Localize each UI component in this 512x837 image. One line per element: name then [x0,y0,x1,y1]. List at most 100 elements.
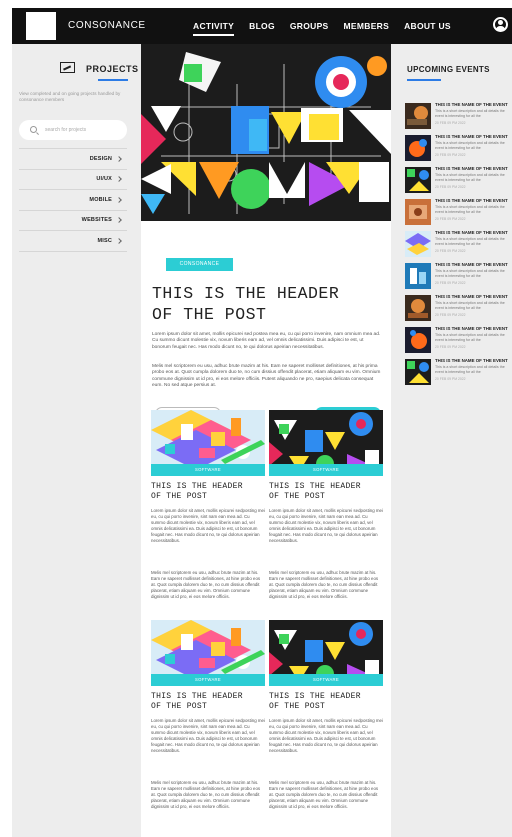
event-date: 20 FEB 09 PM 2022 [435,345,466,349]
event-item[interactable]: THIS IS THE NAME OF THE EVENT This is a … [405,326,509,354]
category-label: MOBILE [89,196,112,203]
card-title-line: OF THE POST [151,492,208,501]
event-thumbnail[interactable] [405,231,431,257]
event-thumbnail[interactable] [405,359,431,385]
event-item[interactable]: THIS IS THE NAME OF THE EVENT This is a … [405,134,509,162]
event-name[interactable]: THIS IS THE NAME OF THE EVENT [435,166,509,171]
nav-item-blog[interactable]: BLOG [249,21,275,36]
projects-sidebar: PROJECTS View completed and on going pro… [12,44,141,837]
event-date: 20 FEB 09 PM 2022 [435,185,466,189]
user-circle-icon[interactable] [493,17,508,32]
event-date: 20 FEB 09 PM 2022 [435,217,466,221]
event-item[interactable]: THIS IS THE NAME OF THE EVENT This is a … [405,166,509,194]
card-title-line: THIS IS THE HEADER [269,482,361,491]
event-name[interactable]: THIS IS THE NAME OF THE EVENT [435,230,509,235]
event-thumbnail[interactable] [405,135,431,161]
post-tag[interactable]: CONSONANCE [166,258,233,271]
card-paragraph: Lorem ipsum dolor sit amet, mollis epicu… [151,508,265,544]
project-search [19,120,127,140]
category-label: WEBSITES [81,217,112,224]
event-description: This is a short description and all deta… [435,205,505,214]
event-thumbnail[interactable] [405,103,431,129]
category-label: UI/UX [96,176,112,183]
events-title: UPCOMING EVENTS [407,65,490,74]
event-name[interactable]: THIS IS THE NAME OF THE EVENT [435,294,509,299]
card-paragraph: Lorem ipsum dolor sit amet, mollis epicu… [269,508,383,544]
card-tag[interactable]: SOFTWARE [269,674,383,686]
chevron-right-icon [116,237,122,244]
event-item[interactable]: THIS IS THE NAME OF THE EVENT This is a … [405,230,509,258]
event-description: This is a short description and all deta… [435,365,505,374]
search-input[interactable] [45,123,121,137]
card-title: THIS IS THE HEADER OF THE POST [151,482,265,502]
category-item-design[interactable]: DESIGN [19,149,127,170]
card-title-line: OF THE POST [269,492,326,501]
event-name[interactable]: THIS IS THE NAME OF THE EVENT [435,134,509,139]
event-date: 20 FEB 09 PM 2022 [435,249,466,253]
event-name[interactable]: THIS IS THE NAME OF THE EVENT [435,358,509,363]
event-name[interactable]: THIS IS THE NAME OF THE EVENT [435,326,509,331]
card-title-line: THIS IS THE HEADER [269,692,361,701]
card-title-line: OF THE POST [151,702,208,711]
title-underline [98,79,128,81]
card-paragraph: Lorem ipsum dolor sit amet, mollis epicu… [151,718,265,754]
event-date: 20 FEB 09 PM 2022 [435,153,466,157]
card-tag[interactable]: SOFTWARE [151,674,265,686]
nav-item-about-us[interactable]: ABOUT US [404,21,451,36]
nav-item-groups[interactable]: GROUPS [290,21,329,36]
card-title: THIS IS THE HEADER OF THE POST [269,692,383,712]
card-paragraph: Melis mel scriptorem eu usu, adhuc brute… [269,780,379,810]
event-description: This is a short description and all deta… [435,141,505,150]
event-item[interactable]: THIS IS THE NAME OF THE EVENT This is a … [405,198,509,226]
event-thumbnail[interactable] [405,327,431,353]
card-title: THIS IS THE HEADER OF THE POST [151,692,265,712]
event-thumbnail[interactable] [405,199,431,225]
nav-item-members[interactable]: MEMBERS [344,21,390,36]
event-date: 20 FEB 09 PM 2022 [435,121,466,125]
post-title-line: OF THE POST [152,305,267,324]
card-tag[interactable]: SOFTWARE [269,464,383,476]
event-description: This is a short description and all deta… [435,237,505,246]
event-name[interactable]: THIS IS THE NAME OF THE EVENT [435,198,509,203]
search-icon[interactable] [30,126,37,133]
hero-image[interactable] [141,44,391,221]
card-title-line: OF THE POST [269,702,326,711]
event-description: This is a short description and all deta… [435,269,505,278]
event-thumbnail[interactable] [405,295,431,321]
card-paragraph: Melis mel scriptorem eu usu, adhuc brute… [151,570,261,600]
post-title: THIS IS THE HEADER OF THE POST [152,283,382,325]
category-list: DESIGN UI/UX MOBILE WEBSITES MISC [19,148,127,252]
title-underline [407,79,441,81]
top-navigation-bar: CONSONANCE ACTIVITY BLOG GROUPS MEMBERS … [12,8,512,44]
card-tag[interactable]: SOFTWARE [151,464,265,476]
chevron-right-icon [116,176,122,183]
event-item[interactable]: THIS IS THE NAME OF THE EVENT This is a … [405,358,509,386]
card-title-line: THIS IS THE HEADER [151,482,243,491]
logo[interactable] [26,12,56,40]
event-thumbnail[interactable] [405,263,431,289]
post-paragraph: Lorem ipsum dolor sit amet, mollis epicu… [152,332,381,350]
event-description: This is a short description and all deta… [435,333,505,342]
events-sidebar: UPCOMING EVENTS THIS IS THE NAME OF THE … [391,44,512,837]
post-paragraph: Melis mel scriptorem eu usu, adhuc brute… [152,364,381,389]
card-paragraph: Melis mel scriptorem eu usu, adhuc brute… [151,780,261,810]
category-label: MISC [97,237,112,244]
event-item[interactable]: THIS IS THE NAME OF THE EVENT This is a … [405,262,509,290]
event-thumbnail[interactable] [405,167,431,193]
brand-name[interactable]: CONSONANCE [68,20,146,31]
event-item[interactable]: THIS IS THE NAME OF THE EVENT This is a … [405,102,509,130]
category-item-uiux[interactable]: UI/UX [19,170,127,190]
chevron-right-icon [116,155,122,162]
event-item[interactable]: THIS IS THE NAME OF THE EVENT This is a … [405,294,509,322]
category-label: DESIGN [89,155,112,162]
nav-item-activity[interactable]: ACTIVITY [193,21,235,36]
category-item-websites[interactable]: WEBSITES [19,211,127,231]
event-name[interactable]: THIS IS THE NAME OF THE EVENT [435,262,509,267]
event-date: 20 FEB 09 PM 2022 [435,377,466,381]
category-item-misc[interactable]: MISC [19,231,127,252]
event-date: 20 FEB 09 PM 2022 [435,281,466,285]
chevron-right-icon [116,196,122,203]
category-item-mobile[interactable]: MOBILE [19,190,127,211]
chevron-right-icon [116,217,122,224]
event-name[interactable]: THIS IS THE NAME OF THE EVENT [435,102,509,107]
